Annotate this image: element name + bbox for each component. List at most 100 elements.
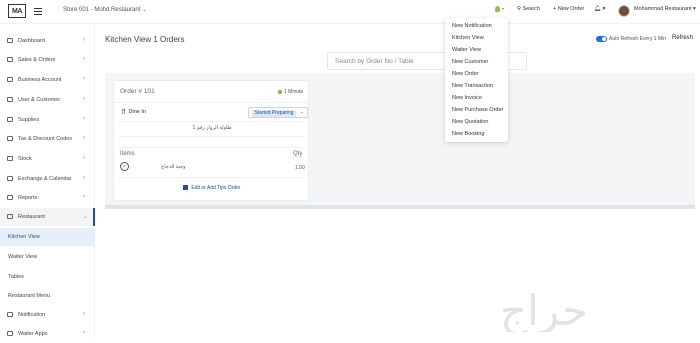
divider [118,147,306,148]
search-icon: ⚲ [517,6,522,12]
sidebar-item-users[interactable]: User & Customer › [0,91,95,109]
search-label: Search [522,6,540,12]
chevron-down-icon: ▾ [693,6,696,12]
sidebar-item-label: Business Account [18,77,62,83]
users-icon [7,97,13,102]
qty-column-header: Qty [293,151,303,157]
search-placeholder: Search by Order No / Table [335,58,414,65]
sidebar-item-reports[interactable]: Reports › [0,189,95,207]
sidebar-item-restaurant[interactable]: Restaurant ⌄ [0,208,95,226]
chevron-right-icon: › [83,330,85,336]
menu-item-new-booking[interactable]: New Booking [452,131,484,137]
order-type: 🍴︎ Dine In [120,109,146,115]
chevron-right-icon: › [83,155,85,161]
menu-item-new-quotation[interactable]: New Quotation [452,119,488,125]
apps-icon [7,331,13,336]
sidebar-item-label: Notification [18,312,46,318]
order-number: Order # 101 [120,88,155,95]
user-menu[interactable]: Mohammad Restaurant ▾ [634,6,696,12]
menu-item-new-order[interactable]: New Order [452,71,479,77]
search-button[interactable]: ⚲ Search [517,6,540,12]
sidebar-item-label: Restaurant [18,214,45,220]
sidebar-item-waiter-apps[interactable]: Waiter Apps › [0,325,95,343]
sidebar-item-supplies[interactable]: Supplies › [0,111,95,129]
sidebar-item-label: User & Customer [18,97,61,103]
auto-refresh-toggle[interactable] [596,36,607,42]
sidebar-item-dashboard[interactable]: Dashboard › [0,32,95,50]
order-item-name: وجبة الدجاج [161,164,186,170]
auto-refresh-label: Auto Refresh Every 1 Min [609,36,666,42]
menu-item-waiter-view[interactable]: Waiter View [452,47,481,53]
sidebar-item-label: Exchange & Calendar [18,176,72,182]
chevron-down-icon: ⌄ [83,214,89,220]
chevron-right-icon: › [83,76,85,82]
page-title: Kitchen View 1 Orders [105,35,185,44]
sidebar-item-label: Dashboard [18,38,45,44]
sidebar-item-sales[interactable]: Sales & Orders › [0,51,95,69]
sidebar-item-stock[interactable]: Stock › [0,150,95,168]
restaurant-icon [7,214,13,219]
menu-item-kitchen-view[interactable]: Kitchen View [452,35,484,41]
fork-knife-icon: 🍴︎ [120,109,127,115]
reports-icon [7,195,13,200]
sidebar-item-label: Waiter Apps [18,331,48,337]
order-type-label: Dine In [128,109,146,115]
edit-icon [183,185,189,191]
chevron-down-icon: ▾ [502,6,505,11]
sidebar-subitem-restaurant-menu[interactable]: Restaurant Menu [0,287,95,305]
lightbulb-icon[interactable] [495,6,500,12]
check-circle-icon[interactable]: ✓ [120,162,129,171]
chevron-right-icon: › [83,194,85,200]
store-label: Store 001 - Mohd Restaurant [63,7,141,13]
order-status-value: Started Preparing [252,110,296,117]
new-order-button[interactable]: + New Order [553,6,584,12]
top-bar: MA Store 001 - Mohd Restaurant ⌄ ▾ ⚲ Sear… [0,0,700,24]
sidebar-item-notification[interactable]: Notification › [0,306,95,324]
order-note: طاولة الزوار رقم 1 [192,125,232,131]
user-avatar[interactable] [618,5,630,17]
sidebar-item-tax-discount[interactable]: Tax & Discount Codes › [0,130,95,148]
sidebar-item-exchange[interactable]: Exchange & Calendar › [0,170,95,188]
chevron-right-icon: › [83,56,85,62]
store-selector[interactable]: Store 001 - Mohd Restaurant ⌄ [63,7,147,13]
order-card: Order # 101 1 Minute 🍴︎ Dine In Started … [113,80,310,201]
chevron-down-icon: ⌄ [142,7,147,13]
sidebar-subitem-label: Tables [8,274,24,280]
menu-item-new-notification[interactable]: New Notification [452,23,492,29]
bell-icon [7,312,13,317]
edit-order-button[interactable]: Edit or Add Tips Order [114,185,310,191]
menu-item-new-purchase-order[interactable]: New Purchase Order [452,107,503,113]
board-scrollbar[interactable] [105,205,695,209]
account-icon [7,77,13,82]
divider [118,136,306,137]
chevron-right-icon: › [83,116,85,122]
sidebar-subitem-tables[interactable]: Tables [0,268,95,286]
dashboard-icon [7,38,13,43]
sidebar-subitem-label: Waiter View [8,254,38,260]
notification-bell-icon[interactable]: 🔔︎ ▾ [594,6,605,12]
watermark-logo: حراج [500,286,590,332]
order-item-qty: 1.00 [295,165,305,171]
sidebar-item-label: Stock [18,156,32,162]
sidebar-subitem-waiter-view[interactable]: Waiter View [0,248,95,266]
sidebar-item-business-account[interactable]: Business Account › [0,71,95,89]
chevron-down-icon: ⌄ [299,109,304,115]
sidebar-item-label: Sales & Orders [18,57,56,63]
chevron-right-icon: › [83,96,85,102]
order-status-select[interactable]: Started Preparing ⌄ [248,107,308,118]
divider [118,177,306,178]
app-logo[interactable]: MA [8,4,26,18]
sidebar-subitem-label: Kitchen View [8,234,40,240]
quick-create-dropdown: New Notification Kitchen View Waiter Vie… [445,18,508,142]
order-elapsed-time: 1 Minute [278,89,303,95]
sidebar-item-label: Tax & Discount Codes [18,136,73,142]
sidebar-subitem-kitchen-view[interactable]: Kitchen View [0,228,95,246]
menu-toggle-icon[interactable] [34,8,42,15]
menu-item-new-invoice[interactable]: New Invoice [452,95,482,101]
menu-item-new-customer[interactable]: New Customer [452,59,488,65]
menu-item-new-transaction[interactable]: New Transaction [452,83,493,89]
order-card-header: Order # 101 1 Minute [114,81,310,103]
sidebar-item-label: Supplies [18,117,40,123]
chevron-right-icon: › [83,135,85,141]
refresh-button[interactable]: Refresh [672,35,693,41]
